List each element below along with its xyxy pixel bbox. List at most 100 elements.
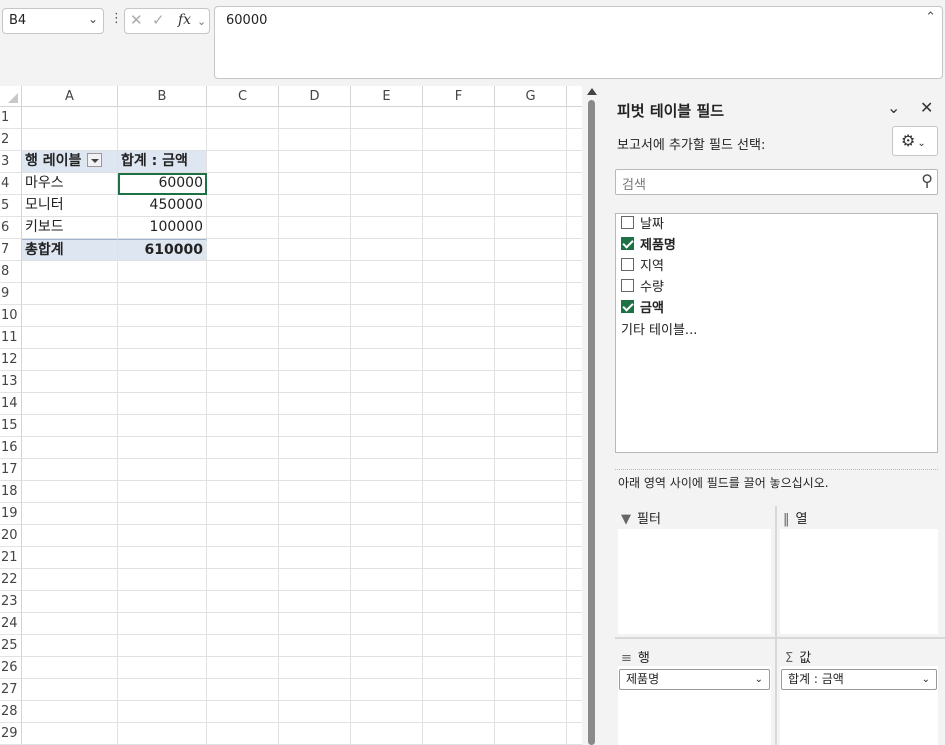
grid-cell[interactable] xyxy=(567,547,582,569)
grid-cell[interactable] xyxy=(351,283,423,305)
row-header[interactable]: 14 xyxy=(0,393,22,415)
grid-cell[interactable] xyxy=(423,173,495,195)
grid-cell[interactable] xyxy=(279,613,351,635)
grid-cell[interactable] xyxy=(567,701,582,723)
grid-cell[interactable] xyxy=(495,151,567,173)
grid-cell[interactable] xyxy=(207,151,279,173)
grid-cell[interactable] xyxy=(279,503,351,525)
grid-cell[interactable] xyxy=(118,305,207,327)
grid-cell[interactable] xyxy=(279,525,351,547)
grid-cell[interactable] xyxy=(567,239,582,261)
grid-cell[interactable] xyxy=(423,613,495,635)
grid-cell[interactable] xyxy=(207,327,279,349)
grid-cell[interactable] xyxy=(118,547,207,569)
grid-cell[interactable] xyxy=(351,525,423,547)
grid-cell[interactable] xyxy=(22,613,118,635)
grid-cell[interactable] xyxy=(567,195,582,217)
grid-cell[interactable] xyxy=(207,657,279,679)
grid-cell[interactable] xyxy=(351,305,423,327)
grid-cell[interactable] xyxy=(351,327,423,349)
cancel-icon[interactable]: ✕ xyxy=(130,11,143,29)
grid-cell[interactable] xyxy=(567,261,582,283)
grid-cell[interactable] xyxy=(567,525,582,547)
grid-cell[interactable] xyxy=(423,129,495,151)
grid-cell[interactable] xyxy=(207,415,279,437)
row-header[interactable]: 20 xyxy=(0,525,22,547)
grid-cell[interactable] xyxy=(351,613,423,635)
grid-cell[interactable] xyxy=(351,459,423,481)
grid-cell[interactable] xyxy=(22,129,118,151)
grid-cell[interactable] xyxy=(207,173,279,195)
grid-cell[interactable] xyxy=(351,481,423,503)
grid-cell[interactable] xyxy=(423,349,495,371)
grid-cell[interactable] xyxy=(22,393,118,415)
grid-cell[interactable] xyxy=(423,569,495,591)
values-field-pill[interactable]: 합계 : 금액 ⌄ xyxy=(781,669,937,690)
grid-cell[interactable] xyxy=(207,547,279,569)
grid-cell[interactable] xyxy=(351,679,423,701)
select-all-button[interactable] xyxy=(0,86,22,107)
grid-cell[interactable] xyxy=(279,283,351,305)
grid-cell[interactable] xyxy=(567,371,582,393)
grid-cell[interactable] xyxy=(118,525,207,547)
grid-cell[interactable] xyxy=(351,701,423,723)
grid-cell[interactable] xyxy=(495,591,567,613)
grid-cell[interactable] xyxy=(495,459,567,481)
grid-cell[interactable] xyxy=(118,393,207,415)
grid-cell[interactable] xyxy=(207,503,279,525)
grid-cell[interactable] xyxy=(351,657,423,679)
grid-cell[interactable] xyxy=(351,261,423,283)
row-header[interactable]: 27 xyxy=(0,679,22,701)
grid-cell[interactable] xyxy=(279,305,351,327)
scroll-up-icon[interactable] xyxy=(587,88,597,95)
grid-cell[interactable] xyxy=(279,723,351,745)
grid-cell[interactable] xyxy=(207,459,279,481)
row-header[interactable]: 21 xyxy=(0,547,22,569)
columns-drop-zone[interactable] xyxy=(780,529,938,634)
row-header[interactable]: 23 xyxy=(0,591,22,613)
grid-cell[interactable] xyxy=(495,261,567,283)
grid-cell[interactable] xyxy=(423,635,495,657)
grid-cell[interactable] xyxy=(207,217,279,239)
grid-cell[interactable] xyxy=(423,459,495,481)
grid-cell[interactable] xyxy=(423,437,495,459)
grid-cell[interactable] xyxy=(22,283,118,305)
grid-cell[interactable] xyxy=(279,195,351,217)
row-header[interactable]: 11 xyxy=(0,327,22,349)
grid-cell[interactable] xyxy=(423,481,495,503)
grid-cell[interactable] xyxy=(423,305,495,327)
grid-cell[interactable] xyxy=(423,261,495,283)
grid-cell[interactable] xyxy=(495,239,567,261)
grid-cell[interactable] xyxy=(351,239,423,261)
grid-cell[interactable] xyxy=(118,129,207,151)
grid-cell[interactable] xyxy=(207,635,279,657)
tools-button[interactable]: ⚙ ⌄ xyxy=(892,126,938,156)
row-header[interactable]: 2 xyxy=(0,129,22,151)
checkbox-checked[interactable] xyxy=(621,237,634,250)
column-header-g[interactable]: G xyxy=(495,86,567,107)
grid-cell[interactable] xyxy=(207,239,279,261)
insert-function-icon[interactable]: fx xyxy=(178,12,191,28)
grid-cell[interactable] xyxy=(351,217,423,239)
grid-cell[interactable] xyxy=(279,327,351,349)
grid-cell[interactable] xyxy=(423,151,495,173)
grid-cell[interactable] xyxy=(207,261,279,283)
chevron-down-icon[interactable]: ⌄ xyxy=(755,670,763,689)
grid-cell[interactable] xyxy=(567,569,582,591)
row-header[interactable]: 15 xyxy=(0,415,22,437)
vertical-scrollbar[interactable] xyxy=(582,86,600,745)
grid-cell[interactable] xyxy=(567,723,582,745)
grid-cell[interactable] xyxy=(567,415,582,437)
grid-cell[interactable] xyxy=(118,459,207,481)
grid-cell[interactable] xyxy=(279,635,351,657)
grid-cell[interactable] xyxy=(22,723,118,745)
grid-cell[interactable] xyxy=(495,657,567,679)
row-header[interactable]: 29 xyxy=(0,723,22,745)
grid-cell[interactable] xyxy=(351,349,423,371)
grid-cell[interactable] xyxy=(495,107,567,129)
grid-cell[interactable] xyxy=(207,701,279,723)
grid-cell[interactable] xyxy=(279,239,351,261)
grid-cell[interactable] xyxy=(118,261,207,283)
grid-cell[interactable] xyxy=(495,327,567,349)
grid-cell[interactable] xyxy=(423,107,495,129)
